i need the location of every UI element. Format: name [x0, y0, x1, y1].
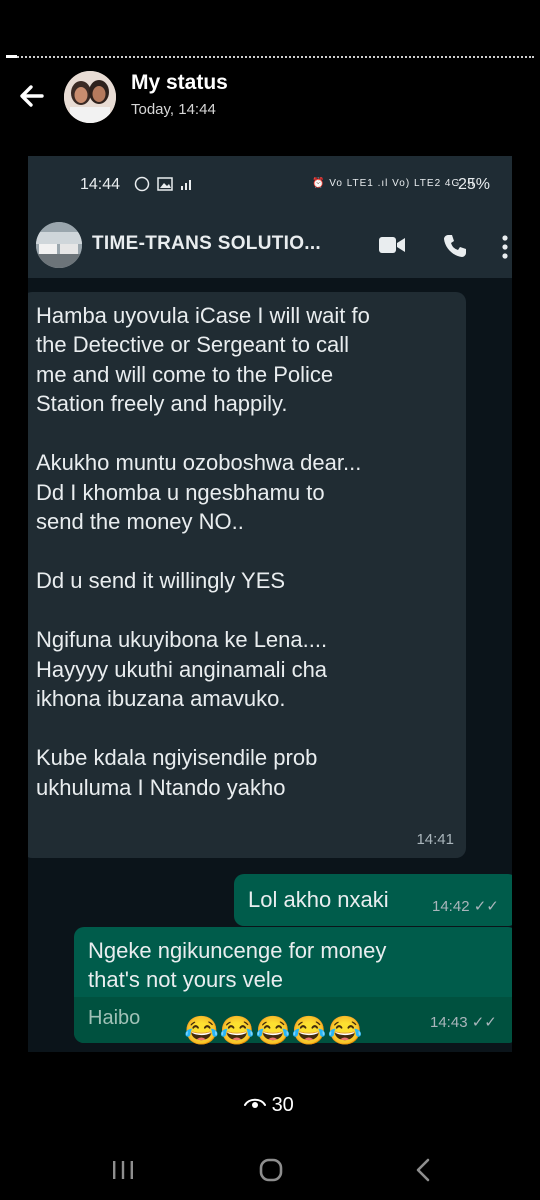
battery-level: 25% — [458, 176, 491, 193]
views-count: 30 — [271, 1094, 294, 1116]
back-nav-icon[interactable] — [414, 1158, 432, 1182]
whatsapp-icon — [134, 176, 150, 192]
message-text: Hamba uyovula iCase I will wait fo the D… — [36, 303, 370, 800]
back-arrow-icon[interactable] — [14, 78, 50, 114]
video-camera-icon — [379, 237, 405, 253]
message-time: 14:43 ✓✓ — [430, 1014, 497, 1031]
incoming-message-bubble: Hamba uyovula iCase I will wait fo the D… — [28, 292, 466, 858]
phone-icon — [444, 235, 466, 257]
chat-contact-avatar — [36, 222, 82, 268]
message-time: 14:42 ✓✓ — [432, 898, 499, 915]
status-timestamp: Today, 14:44 — [131, 101, 216, 118]
status-media-screenshot: 14:44 ⏰ Vo LTE1 .ıl Vo) LTE2 4G .ıl 25% … — [28, 156, 512, 1052]
message-time: 14:41 — [416, 830, 454, 848]
phone-clock: 14:44 — [80, 176, 121, 193]
notification-icons — [134, 176, 195, 193]
recent-apps-icon[interactable] — [112, 1160, 134, 1180]
views-indicator[interactable]: 30 — [244, 1094, 294, 1117]
chat-back-icon: ← — [28, 232, 32, 263]
system-navigation-bar — [0, 1140, 540, 1200]
chat-contact-name: TIME-TRANS SOLUTIO... — [92, 233, 322, 254]
status-avatar[interactable] — [64, 71, 116, 123]
gallery-icon — [156, 177, 173, 191]
more-vert-icon — [502, 235, 508, 259]
outgoing-message-bubble: Lol akho nxaki 14:42 ✓✓ — [234, 874, 512, 926]
signal-small-icon — [181, 180, 192, 190]
chat-header: ← TIME-TRANS SOLUTIO... — [28, 214, 512, 278]
eye-icon — [244, 1098, 266, 1108]
message-text: Lol akho nxaki — [248, 887, 389, 912]
phone-status-bar: 14:44 ⏰ Vo LTE1 .ıl Vo) LTE2 4G .ıl 25% — [28, 156, 512, 214]
quoted-text: Haibo — [88, 1007, 141, 1029]
laughing-emoji-row: 😂😂😂😂😂 — [184, 1015, 364, 1046]
status-title: My status — [131, 71, 228, 94]
message-text: Ngeke ngikuncenge for money that's not y… — [88, 938, 387, 993]
status-header: My status Today, 14:44 — [0, 58, 540, 138]
connectivity-icons: ⏰ Vo LTE1 .ıl Vo) LTE2 4G .ıl — [312, 178, 475, 189]
home-icon[interactable] — [259, 1158, 283, 1182]
